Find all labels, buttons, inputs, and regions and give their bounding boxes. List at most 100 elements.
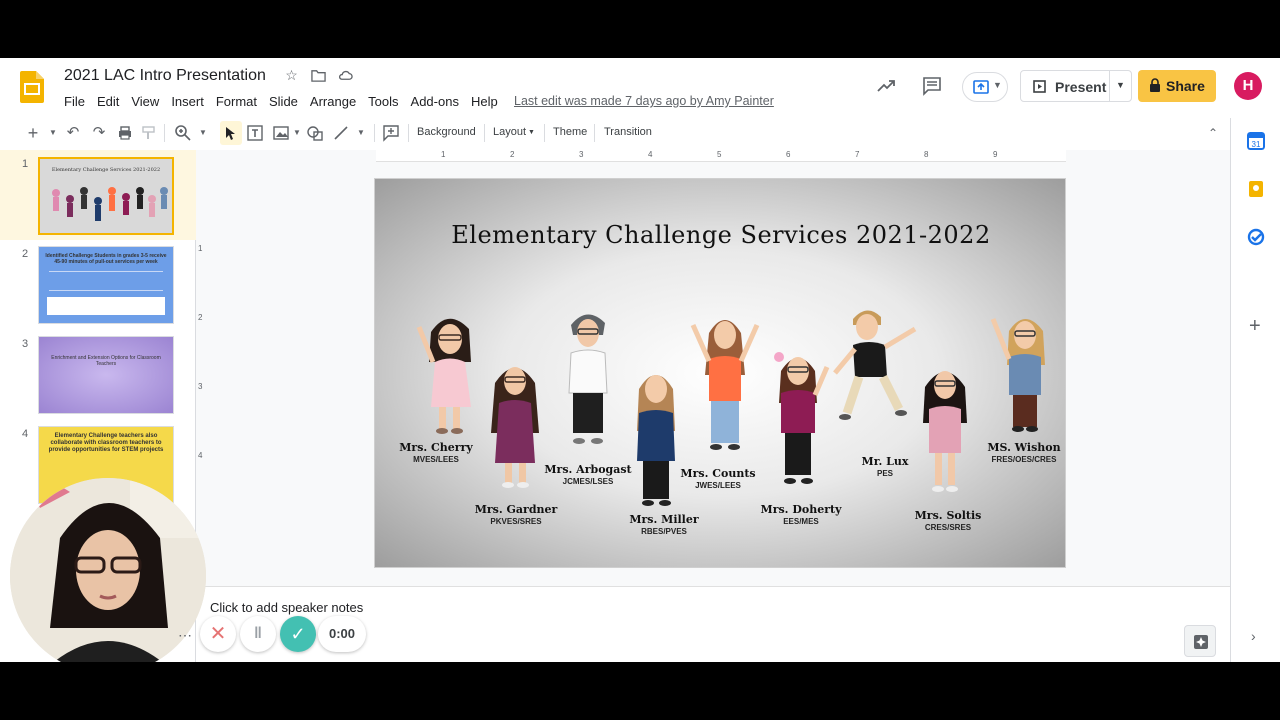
select-tool[interactable] [220,121,242,145]
line-icon[interactable] [332,124,350,142]
print-icon[interactable] [116,124,134,142]
meet-dropdown-icon: ▼ [993,80,1002,90]
cancel-recording-button[interactable]: ✕ [200,616,236,652]
menu-edit[interactable]: Edit [91,92,125,111]
shape-icon[interactable] [306,124,324,142]
document-title[interactable]: 2021 LAC Intro Presentation [64,67,266,85]
menu-addons[interactable]: Add-ons [405,92,465,111]
activity-trend-icon[interactable] [876,76,896,96]
character-wishon-image[interactable] [985,305,1055,435]
menu-view[interactable]: View [125,92,165,111]
collapse-toolbar-icon[interactable]: ⌃ [1204,124,1222,142]
character-school[interactable]: CRES/SRES [893,523,1003,532]
recording-timer: 0:00 [318,616,366,652]
speaker-notes-placeholder[interactable]: Click to add speaker notes [210,600,363,615]
slide-number: 1 [22,158,29,170]
present-label: Present [1055,79,1107,95]
paint-format-icon[interactable] [140,124,158,142]
cloud-status-icon[interactable] [338,68,353,83]
vertical-ruler[interactable]: 1 2 3 4 [196,170,206,550]
character-name[interactable]: Mrs. Soltis [893,509,1003,522]
present-dropdown-icon[interactable]: ▼ [1116,80,1125,90]
new-slide-dropdown-icon[interactable]: ▼ [44,124,62,142]
character-arbogast-image[interactable] [557,303,619,453]
layout-button[interactable]: Layout [493,126,526,138]
pause-recording-button[interactable]: ‖ [240,616,276,652]
character-name[interactable]: Mrs. Doherty [746,503,856,516]
line-dropdown-icon[interactable]: ▼ [352,124,370,142]
slide-title[interactable]: Elementary Challenge Services 2021-2022 [375,221,1067,249]
calendar-icon[interactable]: 31 [1247,132,1265,150]
tasks-icon[interactable] [1247,228,1265,246]
character-school[interactable]: RBES/PVES [609,527,719,536]
slide-1[interactable]: Elementary Challenge Services 2021-2022 … [374,178,1066,568]
present-to-meeting-icon [973,80,989,94]
character-school[interactable]: JWES/LEES [663,481,773,490]
character-school[interactable]: MVES/LEES [381,455,491,464]
slide-thumbnail-2[interactable]: Identified Challenge Students in grades … [38,246,174,324]
move-folder-icon[interactable] [311,68,326,83]
image-dropdown-icon[interactable]: ▼ [288,124,306,142]
menu-format[interactable]: Format [210,92,263,111]
character-lux-image[interactable] [829,303,925,433]
last-edit-link[interactable]: Last edit was made 7 days ago by Amy Pai… [514,94,774,108]
share-button[interactable]: Share [1138,70,1216,102]
meet-present-button[interactable]: ▼ [962,72,1008,102]
theme-button[interactable]: Theme [553,126,587,138]
explore-sparkle-icon [1194,635,1208,649]
menu-tools[interactable]: Tools [362,92,404,111]
character-school[interactable]: FRES/OES/CRES [969,455,1079,464]
expand-panel-icon[interactable]: › [1251,628,1256,644]
menu-help[interactable]: Help [465,92,504,111]
slides-app: 2021 LAC Intro Presentation ☆ File Edit … [0,58,1280,662]
slide-canvas: 1 2 3 4 5 6 7 8 9 1 2 3 4 Elementary Cha… [196,150,1230,640]
character-counts-image[interactable] [685,305,765,455]
add-comment-icon[interactable] [382,124,400,142]
text-box-icon[interactable] [246,124,264,142]
background-button[interactable]: Background [417,126,476,138]
character-doherty-image[interactable] [767,343,831,493]
redo-icon[interactable]: ↷ [90,124,108,142]
menu-insert[interactable]: Insert [165,92,210,111]
character-school[interactable]: EES/MES [746,517,856,526]
side-panel: 31 + › [1230,118,1280,662]
webcam-bubble[interactable] [10,478,206,662]
svg-text:31: 31 [1252,140,1261,149]
zoom-icon[interactable] [174,124,192,142]
user-avatar[interactable]: H [1234,72,1262,100]
keep-icon[interactable] [1247,180,1265,198]
zoom-dropdown-icon[interactable]: ▼ [194,124,212,142]
cursor-icon [226,127,235,140]
explore-button[interactable] [1184,625,1216,657]
slides-logo-icon[interactable] [20,71,44,103]
menu-file[interactable]: File [58,92,91,111]
present-button[interactable]: Present ▼ [1020,70,1132,102]
slide-thumbnail-3[interactable]: Enrichment and Extension Options for Cla… [38,336,174,414]
new-slide-icon[interactable]: + [24,124,42,142]
toolbar: + ▼ ↶ ↷ ▼ ▼ ▼ Background Layout ▼ Theme … [12,118,1230,148]
slide-thumbnail-1[interactable]: Elementary Challenge Services 2021-2022 [38,157,174,235]
add-addon-icon[interactable]: + [1249,316,1265,336]
menu-arrange[interactable]: Arrange [304,92,362,111]
more-options-icon[interactable]: ⋯ [178,627,192,644]
character-name[interactable]: Mrs. Miller [609,513,719,526]
horizontal-ruler[interactable]: 1 2 3 4 5 6 7 8 9 [376,150,1066,162]
character-name[interactable]: Mrs. Cherry [381,441,491,454]
character-soltis-image[interactable] [915,357,975,497]
present-icon [1033,80,1046,93]
transition-button[interactable]: Transition [604,126,652,138]
undo-icon[interactable]: ↶ [64,124,82,142]
comment-history-icon[interactable] [922,76,942,96]
slide-number: 3 [22,338,29,350]
lock-icon [1150,78,1160,92]
star-icon[interactable]: ☆ [284,68,299,83]
slide-number: 2 [22,248,29,260]
menu-slide[interactable]: Slide [263,92,304,111]
character-name[interactable]: Mrs. Gardner [461,503,571,516]
character-name[interactable]: Mrs. Counts [663,467,773,480]
character-cherry-image[interactable] [413,307,483,437]
finish-recording-button[interactable]: ✓ [280,616,316,652]
character-name[interactable]: MS. Wishon [969,441,1079,454]
character-school[interactable]: PKVES/SRES [461,517,571,526]
layout-dropdown-icon[interactable]: ▼ [528,129,535,136]
